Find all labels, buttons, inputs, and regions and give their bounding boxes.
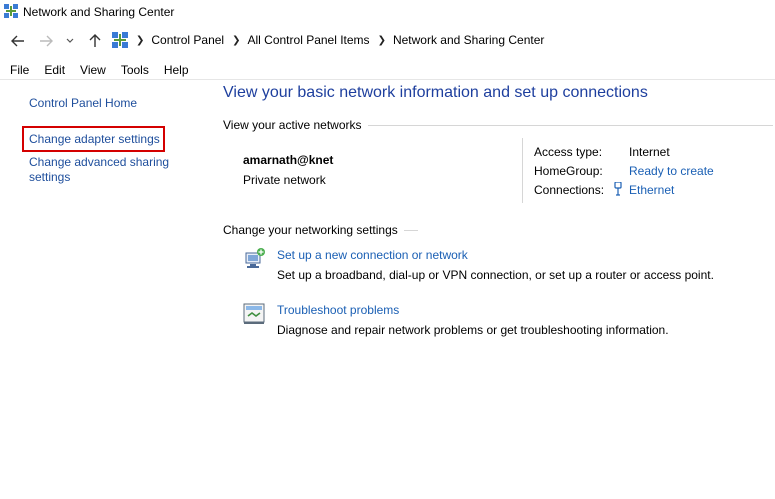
menu-file[interactable]: File <box>0 62 34 79</box>
title-bar: Network and Sharing Center <box>0 0 775 26</box>
breadcrumb-separator-icon[interactable]: ❯ <box>232 35 240 46</box>
control-panel-icon <box>112 32 128 48</box>
menu-view[interactable]: View <box>70 62 111 79</box>
setup-connection-link[interactable]: Set up a new connection or network <box>277 248 468 262</box>
advanced-sharing-link-line1[interactable]: Change advanced sharing <box>29 155 169 170</box>
forward-arrow-icon <box>40 35 53 47</box>
troubleshoot-icon <box>243 303 265 324</box>
breadcrumb-separator-icon[interactable]: ❯ <box>378 35 386 46</box>
window-title: Network and Sharing Center <box>23 5 175 19</box>
divider <box>403 229 418 231</box>
advanced-sharing-link-line2[interactable]: settings <box>29 170 70 185</box>
networking-settings-heading: Change your networking settings <box>223 223 418 237</box>
homegroup-link[interactable]: Ready to create <box>629 164 714 178</box>
forward-button[interactable] <box>36 31 56 51</box>
divider <box>367 124 773 126</box>
menu-help[interactable]: Help <box>154 62 194 79</box>
connections-label: Connections: <box>534 183 605 197</box>
breadcrumb-all-items[interactable]: All Control Panel Items <box>248 33 370 47</box>
network-type[interactable]: Private network <box>243 173 326 187</box>
chevron-down-icon <box>66 38 74 43</box>
page-title: View your basic network information and … <box>223 84 648 101</box>
breadcrumb-separator-icon[interactable]: ❯ <box>136 35 144 46</box>
access-type-value: Internet <box>629 145 670 159</box>
change-adapter-settings-link[interactable]: Change adapter settings <box>29 132 160 147</box>
new-connection-icon <box>245 248 265 268</box>
network-name: amarnath@knet <box>243 153 334 167</box>
networking-settings-heading-label: Change your networking settings <box>223 223 398 237</box>
active-networks-heading-label: View your active networks <box>223 118 362 132</box>
ethernet-icon[interactable] <box>613 182 623 196</box>
ethernet-connection-link[interactable]: Ethernet <box>629 183 674 197</box>
up-arrow-icon <box>89 34 101 47</box>
recent-locations-button[interactable] <box>62 31 78 51</box>
setup-connection-description: Set up a broadband, dial-up or VPN conne… <box>277 268 714 282</box>
breadcrumb-control-panel[interactable]: Control Panel <box>151 33 224 47</box>
breadcrumb: ❯ Control Panel ❯ All Control Panel Item… <box>132 33 544 47</box>
address-bar: ❯ Control Panel ❯ All Control Panel Item… <box>0 28 775 54</box>
control-panel-home-link[interactable]: Control Panel Home <box>29 96 137 111</box>
homegroup-label: HomeGroup: <box>534 164 603 178</box>
menu-tools[interactable]: Tools <box>111 62 154 79</box>
back-arrow-icon <box>11 35 24 47</box>
breadcrumb-network-center[interactable]: Network and Sharing Center <box>393 33 544 47</box>
active-networks-heading: View your active networks <box>223 118 773 132</box>
access-type-label: Access type: <box>534 145 603 159</box>
up-button[interactable] <box>85 31 105 51</box>
back-button[interactable] <box>8 31 28 51</box>
troubleshoot-link[interactable]: Troubleshoot problems <box>277 303 399 317</box>
menu-edit[interactable]: Edit <box>34 62 70 79</box>
divider <box>522 138 523 203</box>
menu-bar: File Edit View Tools Help <box>0 62 775 80</box>
network-center-icon <box>4 4 18 18</box>
troubleshoot-description: Diagnose and repair network problems or … <box>277 323 669 337</box>
